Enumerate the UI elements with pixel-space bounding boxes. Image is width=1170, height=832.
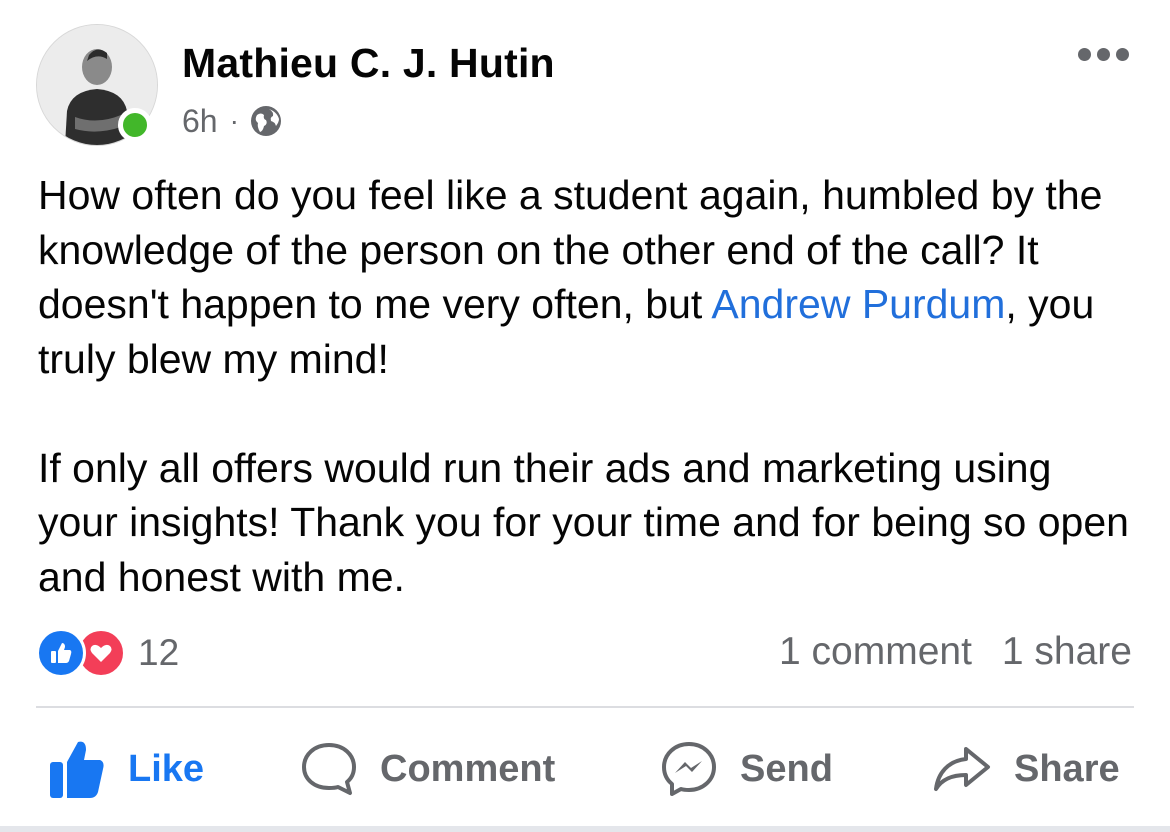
mention-link[interactable]: Andrew Purdum	[711, 281, 1005, 327]
post-paragraph: How often do you feel like a student aga…	[38, 172, 1103, 382]
more-options-icon[interactable]	[1078, 44, 1132, 64]
send-label: Send	[740, 747, 833, 790]
share-count[interactable]: 1 share	[1002, 630, 1132, 674]
divider	[36, 706, 1134, 708]
comment-bubble-icon	[302, 743, 356, 795]
engagement-counts: 1 comment 1 share	[779, 630, 1132, 674]
post-timestamp[interactable]: 6h	[182, 103, 218, 140]
comment-count[interactable]: 1 comment	[779, 630, 972, 674]
like-label: Like	[128, 747, 205, 790]
comment-label: Comment	[380, 747, 556, 790]
like-reaction-icon	[36, 628, 86, 678]
share-arrow-icon	[934, 747, 990, 791]
post-bottom-border	[0, 826, 1170, 832]
post-paragraph: If only all offers would run their ads a…	[38, 444, 1129, 600]
online-status-dot	[118, 108, 152, 142]
share-label: Share	[1014, 747, 1120, 790]
meta-separator: ·	[229, 105, 239, 136]
author-name[interactable]: Mathieu C. J. Hutin	[182, 40, 555, 87]
globe-icon[interactable]	[249, 104, 283, 138]
comment-button[interactable]: Comment	[300, 726, 555, 812]
post-text: How often do you feel like a student aga…	[38, 168, 1138, 604]
like-button[interactable]: Like	[48, 726, 204, 812]
post-meta: 6h ·	[182, 101, 283, 141]
messenger-icon	[662, 742, 716, 796]
reaction-summary[interactable]: 12	[36, 628, 179, 678]
facebook-post: Mathieu C. J. Hutin 6h · How often do yo…	[0, 0, 1170, 832]
reaction-count: 12	[138, 632, 180, 673]
share-button[interactable]: Share	[932, 726, 1120, 812]
send-button[interactable]: Send	[660, 726, 833, 812]
thumbs-up-icon	[50, 741, 104, 798]
action-bar: Like Comment Send Share	[0, 726, 1170, 812]
